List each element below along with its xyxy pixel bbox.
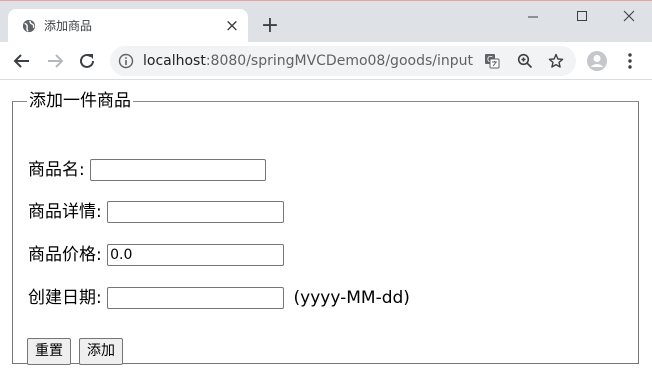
browser-toolbar: localhost:8080/springMVCDemo08/goods/inp… <box>0 42 652 80</box>
window-close-button[interactable] <box>606 5 652 29</box>
name-row: 商品名: <box>28 159 267 181</box>
price-input[interactable] <box>107 244 285 266</box>
reset-button[interactable]: 重置 <box>27 338 71 365</box>
maximize-button[interactable] <box>559 5 605 29</box>
translate-icon[interactable]: G <box>484 53 500 69</box>
url-path: :8080/springMVCDemo08/goods/input <box>205 53 473 69</box>
url-host: localhost <box>143 53 206 69</box>
add-button[interactable]: 添加 <box>79 338 123 365</box>
page-content: 添加一件商品 商品名: 商品详情: 商品价格: 创建日期: (yyyy-MM-d… <box>0 81 652 388</box>
detail-row: 商品详情: <box>28 201 285 223</box>
price-row: 商品价格: <box>28 244 285 266</box>
form-legend: 添加一件商品 <box>29 91 131 111</box>
close-tab-icon[interactable]: × <box>224 18 240 35</box>
address-bar[interactable]: localhost:8080/springMVCDemo08/goods/inp… <box>110 46 576 76</box>
add-goods-form: 添加一件商品 商品名: 商品详情: 商品价格: 创建日期: (yyyy-MM-d… <box>12 91 639 365</box>
profile-avatar-icon[interactable] <box>586 50 608 72</box>
globe-icon <box>22 19 36 33</box>
more-menu-icon[interactable] <box>620 50 640 72</box>
browser-tab[interactable]: 添加商品 × <box>8 9 248 43</box>
zoom-icon[interactable] <box>517 53 533 69</box>
back-arrow-icon[interactable] <box>11 50 33 72</box>
date-label: 创建日期: <box>28 288 102 308</box>
new-tab-button[interactable]: + <box>258 14 282 38</box>
tab-strip: 添加商品 × + <box>0 0 652 43</box>
info-icon[interactable] <box>118 53 134 69</box>
bookmark-star-icon[interactable] <box>548 53 564 69</box>
url-text[interactable]: localhost:8080/springMVCDemo08/goods/inp… <box>143 53 473 69</box>
reload-icon[interactable] <box>76 50 98 72</box>
name-label: 商品名: <box>28 160 85 180</box>
price-label: 商品价格: <box>28 245 102 265</box>
detail-input[interactable] <box>107 201 285 223</box>
tab-title: 添加商品 <box>44 19 93 33</box>
date-format-hint: (yyyy-MM-dd) <box>293 288 410 308</box>
forward-arrow-icon[interactable] <box>44 50 66 72</box>
date-row: 创建日期: (yyyy-MM-dd) <box>28 287 410 309</box>
date-input[interactable] <box>107 287 285 309</box>
minimize-button[interactable] <box>510 5 556 29</box>
name-input[interactable] <box>90 159 267 181</box>
detail-label: 商品详情: <box>28 202 102 222</box>
